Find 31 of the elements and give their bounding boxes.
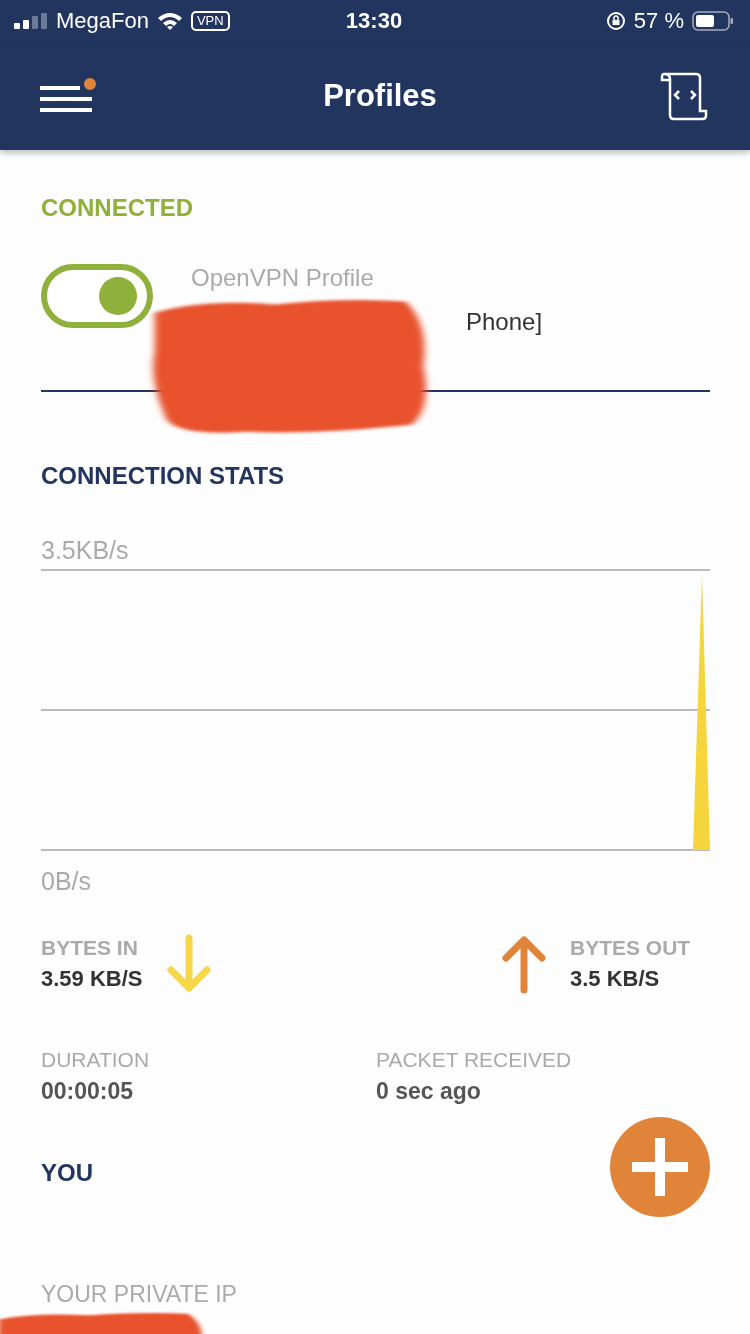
axis-max-label: 3.5KB/s xyxy=(41,536,130,565)
stat-label: PACKET RECEIVED xyxy=(376,1048,572,1072)
stat-label: DURATION xyxy=(41,1048,150,1072)
vpn-badge: VPN xyxy=(190,11,230,31)
clock-time: 13:30 xyxy=(344,8,404,34)
screen-title: Profiles xyxy=(323,78,437,114)
rotation-lock-icon xyxy=(605,11,626,31)
stat-label: BYTES IN xyxy=(41,936,139,960)
info-label: YOUR PRIVATE IP xyxy=(41,1281,238,1308)
down-arrow-icon xyxy=(164,934,213,994)
stat-value: 3.59 KB/S xyxy=(41,966,143,992)
profile-detail: Phone] xyxy=(466,308,543,336)
carrier-name: MegaFon xyxy=(56,8,149,34)
profile-name: OpenVPN Profile xyxy=(191,264,375,292)
config-button[interactable] xyxy=(660,71,710,121)
battery-icon xyxy=(692,11,734,31)
stat-label: BYTES OUT xyxy=(570,936,692,960)
battery-percent: 57 % xyxy=(633,8,684,34)
signal-icon xyxy=(14,13,48,29)
stat-value: 0 sec ago xyxy=(376,1078,482,1105)
wifi-icon xyxy=(156,12,183,30)
code-scroll-icon xyxy=(660,71,710,121)
axis-min-label: 0B/s xyxy=(41,867,93,896)
connection-toggle[interactable] xyxy=(41,264,153,328)
up-arrow-icon xyxy=(500,934,548,994)
connection-status: CONNECTED xyxy=(41,194,194,222)
plus-icon xyxy=(632,1138,688,1196)
section-title: YOU xyxy=(41,1159,94,1187)
section-title: CONNECTION STATS xyxy=(41,462,286,490)
stat-value: 3.5 KB/S xyxy=(570,966,661,992)
stat-value: 00:00:05 xyxy=(41,1078,135,1105)
